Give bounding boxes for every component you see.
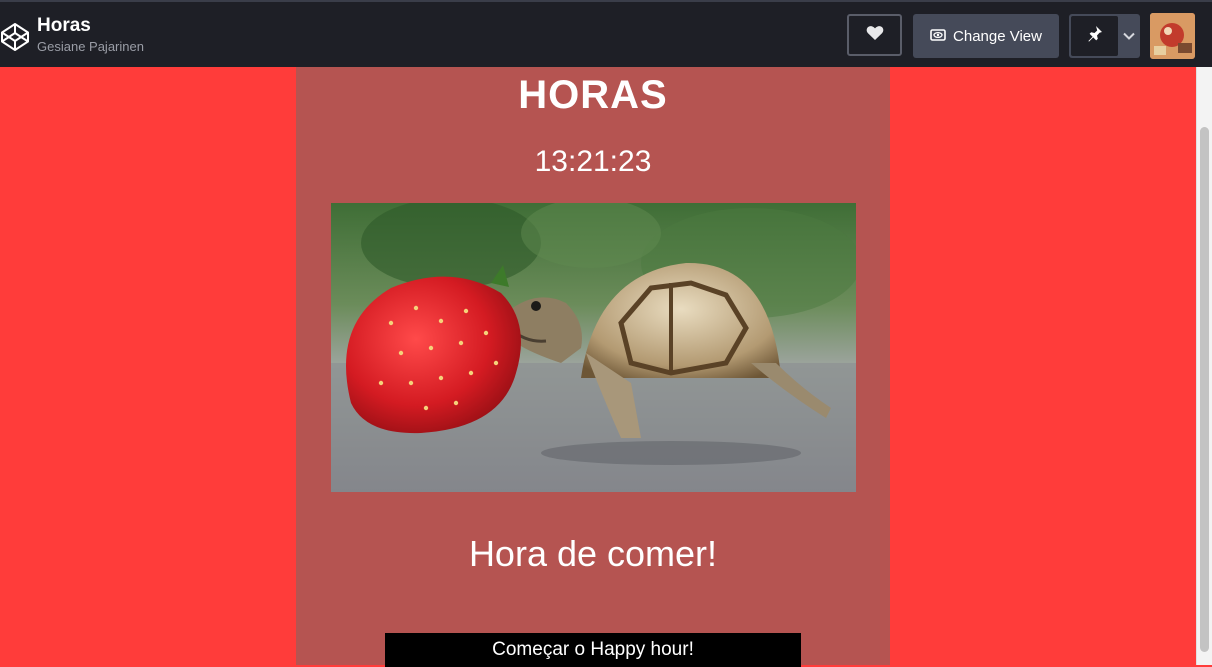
content-panel: HORAS 13:21:23 Hora de comer! Começar o … <box>296 67 890 667</box>
turtle-strawberry-photo <box>331 203 856 492</box>
heart-icon <box>866 25 884 46</box>
top-bar: Horas Gesiane Pajarinen Change View <box>0 0 1212 67</box>
pin-button[interactable] <box>1071 16 1118 56</box>
change-view-label: Change View <box>953 27 1042 45</box>
caption-text: Hora de comer! <box>468 533 718 574</box>
pen-title-block: Horas Gesiane Pajarinen <box>37 15 144 55</box>
happy-hour-button[interactable]: Começar o Happy hour! <box>385 633 801 667</box>
page-heading: HORAS <box>518 73 668 117</box>
change-view-button[interactable]: Change View <box>913 14 1059 58</box>
codepen-logo-icon[interactable] <box>0 22 30 52</box>
user-avatar[interactable] <box>1150 13 1195 59</box>
pin-dropdown-toggle[interactable] <box>1120 16 1138 56</box>
vertical-scrollbar[interactable] <box>1196 67 1212 665</box>
pin-button-group <box>1069 14 1140 58</box>
clock-display: 13:21:23 <box>534 145 652 178</box>
pen-title[interactable]: Horas <box>37 15 144 37</box>
eye-icon <box>930 28 946 45</box>
pen-author[interactable]: Gesiane Pajarinen <box>37 39 144 55</box>
pin-icon <box>1087 25 1103 48</box>
preview-area: HORAS 13:21:23 Hora de comer! Começar o … <box>0 67 1196 667</box>
like-button[interactable] <box>847 14 902 56</box>
chevron-down-icon <box>1123 27 1135 45</box>
scrollbar-thumb[interactable] <box>1200 127 1209 652</box>
